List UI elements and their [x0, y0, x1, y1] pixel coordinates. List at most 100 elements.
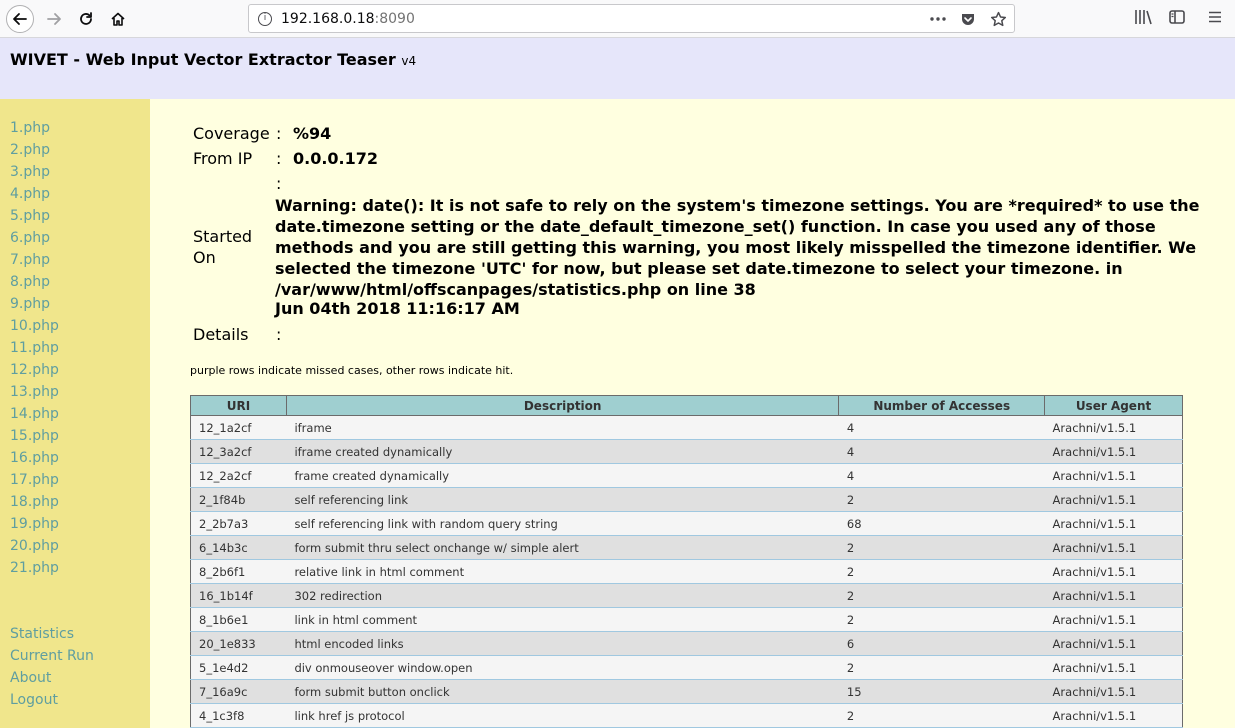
table-row: 8_1b6e1 link in html comment 2 Arachni/v1.5… [190, 607, 1183, 632]
nav-link-7[interactable]: 7.php [10, 252, 50, 268]
forward-arrow-icon [47, 13, 61, 25]
header-accesses: Number of Accesses [838, 395, 1046, 416]
nav-link-17[interactable]: 17.php [10, 472, 59, 488]
cell-accesses: 4 [838, 439, 1045, 464]
cell-description: link href js protocol [286, 703, 839, 728]
cell-user-agent: Arachni/v1.5.1 [1044, 535, 1183, 560]
timezone-warning: Warning: date(): It is not safe to rely … [275, 196, 1200, 299]
from-ip-colon: : [276, 149, 282, 168]
cell-uri: 5_1e4d2 [190, 655, 287, 680]
table-row: 5_1e4d2 div onmouseover window.open 2 Arach… [190, 655, 1183, 680]
cell-user-agent: Arachni/v1.5.1 [1044, 463, 1183, 488]
cell-description: div onmouseover window.open [286, 655, 839, 680]
table-row: 8_2b6f1 relative link in html comment 2 Ara… [190, 559, 1183, 584]
coverage-label: Coverage [193, 124, 270, 143]
nav-link-statistics[interactable]: Statistics [10, 626, 74, 642]
reload-button[interactable] [72, 5, 100, 33]
results-table: URI Description Number of Accesses User … [190, 395, 1183, 728]
nav-link-about[interactable]: About [10, 670, 51, 686]
nav-link-16[interactable]: 16.php [10, 450, 59, 466]
cell-user-agent: Arachni/v1.5.1 [1044, 679, 1183, 704]
nav-link-20[interactable]: 20.php [10, 538, 59, 554]
table-row: 6_14b3c form submit thru select onchange … [190, 535, 1183, 560]
header-description: Description [285, 395, 840, 416]
from-ip-label: From IP [193, 149, 253, 168]
legend-note: purple rows indicate missed cases, other… [190, 364, 514, 377]
url-port: :8090 [374, 11, 415, 27]
table-row: 2_1f84b self referencing link 2 Arachni/v1.… [190, 487, 1183, 512]
nav-link-13[interactable]: 13.php [10, 384, 59, 400]
cell-accesses: 2 [838, 607, 1045, 632]
url-host: 192.168.0.18 [281, 11, 375, 27]
nav-link-18[interactable]: 18.php [10, 494, 59, 510]
table-row: 12_3a2cf iframe created dynamically 4 Arach… [190, 439, 1183, 464]
cell-description: self referencing link [286, 487, 839, 512]
nav-link-5[interactable]: 5.php [10, 208, 50, 224]
cell-user-agent: Arachni/v1.5.1 [1044, 607, 1183, 632]
table-row: 12_2a2cf frame created dynamically 4 Arachn… [190, 463, 1183, 488]
cell-user-agent: Arachni/v1.5.1 [1044, 415, 1183, 440]
table-row: 16_1b14f 302 redirection 2 Arachni/v1.5.1 [190, 583, 1183, 608]
nav-link-15[interactable]: 15.php [10, 428, 59, 444]
hamburger-menu-icon[interactable] [1206, 8, 1224, 26]
table-row: 2_2b7a3 self referencing link with random… [190, 511, 1183, 536]
cell-description: iframe created dynamically [286, 439, 839, 464]
cell-accesses: 4 [838, 463, 1045, 488]
title-text: WIVET - Web Input Vector Extractor Tease… [10, 50, 396, 69]
cell-accesses: 2 [838, 655, 1045, 680]
nav-link-1[interactable]: 1.php [10, 120, 50, 136]
nav-link-6[interactable]: 6.php [10, 230, 50, 246]
cell-description: 302 redirection [286, 583, 839, 608]
cell-accesses: 2 [838, 487, 1045, 512]
pocket-icon[interactable] [958, 9, 978, 29]
url-text[interactable]: 192.168.0.18:8090 [281, 11, 415, 27]
cell-uri: 4_1c3f8 [190, 703, 287, 728]
cell-uri: 7_16a9c [190, 679, 287, 704]
cell-description: frame created dynamically [286, 463, 839, 488]
nav-link-logout[interactable]: Logout [10, 692, 58, 708]
nav-link-current-run[interactable]: Current Run [10, 648, 94, 664]
cell-user-agent: Arachni/v1.5.1 [1044, 559, 1183, 584]
nav-link-21[interactable]: 21.php [10, 560, 59, 576]
ellipsis-icon[interactable] [928, 9, 948, 29]
coverage-value: %94 [293, 124, 332, 143]
cell-accesses: 2 [838, 703, 1045, 728]
nav-link-9[interactable]: 9.php [10, 296, 50, 312]
home-button[interactable] [104, 5, 132, 33]
cell-accesses: 2 [838, 535, 1045, 560]
version-text: v4 [401, 54, 417, 68]
reload-icon [80, 12, 92, 25]
main-content: Coverage : %94 From IP : 0.0.0.172 Start… [150, 99, 1235, 728]
cell-uri: 12_2a2cf [190, 463, 287, 488]
nav-link-12[interactable]: 12.php [10, 362, 59, 378]
started-value: Jun 04th 2018 11:16:17 AM [275, 299, 520, 318]
details-label: Details [193, 325, 249, 344]
cell-accesses: 2 [838, 559, 1045, 584]
sidebar-icon[interactable] [1168, 8, 1186, 26]
home-icon [111, 12, 125, 26]
cell-uri: 8_2b6f1 [190, 559, 287, 584]
forward-button[interactable] [40, 5, 68, 33]
table-header-row: URI Description Number of Accesses User … [190, 395, 1183, 416]
nav-link-2[interactable]: 2.php [10, 142, 50, 158]
info-icon[interactable]: i [258, 12, 272, 26]
cell-accesses: 2 [838, 583, 1045, 608]
library-icon[interactable] [1134, 8, 1154, 26]
started-label-2: On [193, 248, 216, 267]
star-icon[interactable] [988, 9, 1008, 29]
cell-uri: 12_1a2cf [190, 415, 287, 440]
nav-link-11[interactable]: 11.php [10, 340, 59, 356]
started-colon: : [276, 174, 282, 193]
nav-link-19[interactable]: 19.php [10, 516, 59, 532]
header-uri: URI [190, 395, 287, 416]
nav-link-3[interactable]: 3.php [10, 164, 50, 180]
cell-uri: 2_2b7a3 [190, 511, 287, 536]
nav-link-14[interactable]: 14.php [10, 406, 59, 422]
nav-link-4[interactable]: 4.php [10, 186, 50, 202]
back-button[interactable] [6, 5, 34, 33]
left-sidebar: 1.php 2.php 3.php 4.php 5.php 6.php 7.ph… [0, 99, 150, 728]
nav-link-10[interactable]: 10.php [10, 318, 59, 334]
cell-description: html encoded links [286, 631, 839, 656]
url-bar[interactable]: i 192.168.0.18:8090 [248, 4, 1015, 33]
nav-link-8[interactable]: 8.php [10, 274, 50, 290]
